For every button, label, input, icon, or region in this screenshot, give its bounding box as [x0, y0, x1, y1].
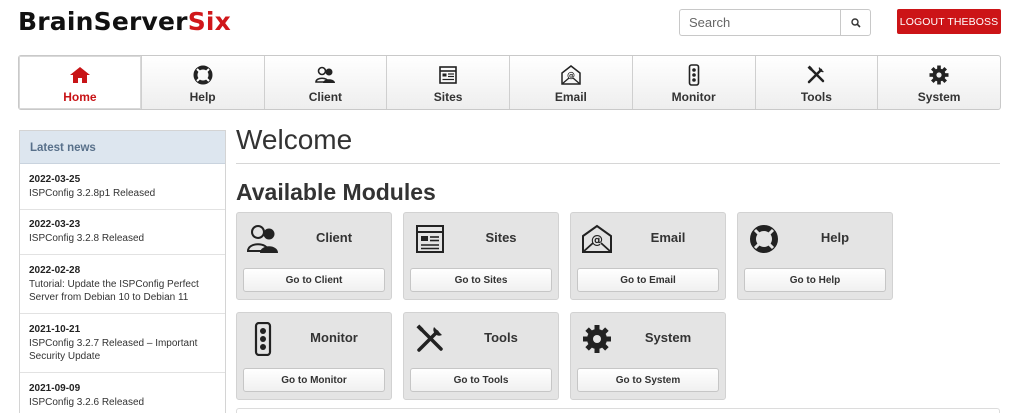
logo-main-text: BrainServer — [18, 7, 188, 36]
news-item[interactable]: 2022-03-23 ISPConfig 3.2.8 Released — [20, 210, 225, 255]
go-to-tools-button[interactable]: Go to Tools — [410, 368, 552, 392]
go-to-email-button[interactable]: Go to Email — [577, 268, 719, 292]
nav-item-label: Sites — [433, 90, 463, 104]
news-date: 2022-03-25 — [29, 173, 81, 185]
sites-icon — [413, 222, 447, 256]
nav-item-label: Tools — [800, 90, 832, 104]
svg-text:@: @ — [591, 233, 603, 247]
go-to-sites-button[interactable]: Go to Sites — [410, 268, 552, 292]
module-title: Email — [650, 230, 686, 245]
go-to-system-button[interactable]: Go to System — [577, 368, 719, 392]
page-title: Welcome — [236, 124, 353, 155]
news-item[interactable]: 2022-03-25 ISPConfig 3.2.8p1 Released — [20, 164, 225, 210]
module-card-sites: Sites Go to Sites — [403, 212, 559, 300]
module-title: Sites — [485, 230, 517, 245]
client-icon — [246, 222, 280, 256]
module-card-help: Help Go to Help — [737, 212, 893, 300]
nav-item-email[interactable]: @ Email — [509, 56, 632, 109]
module-card-email: @ Email Go to Email — [570, 212, 726, 300]
email-icon: @ — [560, 65, 582, 85]
logo-accent-text: Six — [187, 7, 232, 36]
nav-item-label: Email — [554, 90, 587, 104]
search-button[interactable] — [840, 9, 871, 36]
app-logo: BrainServerSix — [18, 7, 231, 36]
module-title: Monitor — [310, 330, 358, 345]
nav-item-label: Home — [63, 90, 97, 104]
home-icon — [69, 65, 91, 85]
nav-item-system[interactable]: System — [877, 56, 1000, 109]
gear-icon — [928, 65, 950, 85]
sites-icon — [437, 65, 459, 85]
email-icon: @ — [580, 222, 614, 256]
content-panel-edge — [236, 408, 1000, 413]
nav-item-label: Client — [308, 90, 343, 104]
lifebuoy-icon — [747, 222, 781, 256]
news-date: 2022-02-28 — [29, 264, 81, 276]
nav-item-client[interactable]: Client — [263, 56, 387, 109]
module-title: System — [644, 330, 692, 345]
module-title: Client — [315, 230, 353, 245]
monitor-icon — [683, 64, 705, 86]
nav-item-tools[interactable]: Tools — [754, 56, 878, 109]
module-card-tools: Tools Go to Tools — [403, 312, 559, 400]
news-title[interactable]: ISPConfig 3.2.7 Released – Important Sec… — [29, 337, 216, 363]
news-date: 2021-10-21 — [29, 323, 81, 335]
news-item[interactable]: 2021-10-21 ISPConfig 3.2.7 Released – Im… — [20, 314, 225, 373]
news-title[interactable]: ISPConfig 3.2.8p1 Released — [29, 187, 216, 200]
news-item[interactable]: 2021-09-09 ISPConfig 3.2.6 Released — [20, 373, 225, 413]
module-card-system: System Go to System — [570, 312, 726, 400]
main-nav: Home Help Client Sites @ Email Monitor T… — [18, 55, 1001, 110]
nav-item-help[interactable]: Help — [140, 56, 264, 109]
tools-icon — [413, 322, 447, 356]
go-to-monitor-button[interactable]: Go to Monitor — [243, 368, 385, 392]
svg-text:@: @ — [567, 71, 575, 80]
go-to-client-button[interactable]: Go to Client — [243, 268, 385, 292]
go-to-help-button[interactable]: Go to Help — [744, 268, 886, 292]
news-title[interactable]: ISPConfig 3.2.6 Released — [29, 396, 216, 409]
news-title[interactable]: ISPConfig 3.2.8 Released — [29, 232, 216, 245]
nav-item-monitor[interactable]: Monitor — [631, 56, 755, 109]
monitor-icon — [246, 322, 280, 356]
sidebar-title: Latest news — [20, 131, 225, 164]
gear-icon — [580, 322, 614, 356]
search-input[interactable] — [679, 9, 840, 36]
nav-item-home[interactable]: Home — [19, 56, 141, 109]
nav-item-label: Help — [189, 90, 216, 104]
search-box — [679, 9, 871, 36]
module-title: Tools — [484, 330, 518, 345]
title-divider — [236, 163, 1000, 164]
news-title[interactable]: Tutorial: Update the ISPConfig Perfect S… — [29, 278, 216, 304]
news-item[interactable]: 2022-02-28 Tutorial: Update the ISPConfi… — [20, 255, 225, 314]
nav-item-sites[interactable]: Sites — [386, 56, 509, 109]
search-icon — [850, 17, 861, 28]
module-card-monitor: Monitor Go to Monitor — [236, 312, 392, 400]
client-icon — [314, 65, 336, 85]
news-date: 2021-09-09 — [29, 382, 81, 394]
nav-item-label: System — [917, 90, 961, 104]
logout-button[interactable]: LOGOUT THEBOSS — [897, 9, 1001, 34]
module-title: Help — [820, 230, 850, 245]
nav-item-label: Monitor — [671, 90, 716, 104]
latest-news-panel: Latest news 2022-03-25 ISPConfig 3.2.8p1… — [19, 130, 226, 413]
module-card-client: Client Go to Client — [236, 212, 392, 300]
tools-icon — [805, 65, 827, 85]
lifebuoy-icon — [192, 65, 214, 85]
modules-heading: Available Modules — [236, 179, 436, 205]
news-date: 2022-03-23 — [29, 219, 81, 230]
